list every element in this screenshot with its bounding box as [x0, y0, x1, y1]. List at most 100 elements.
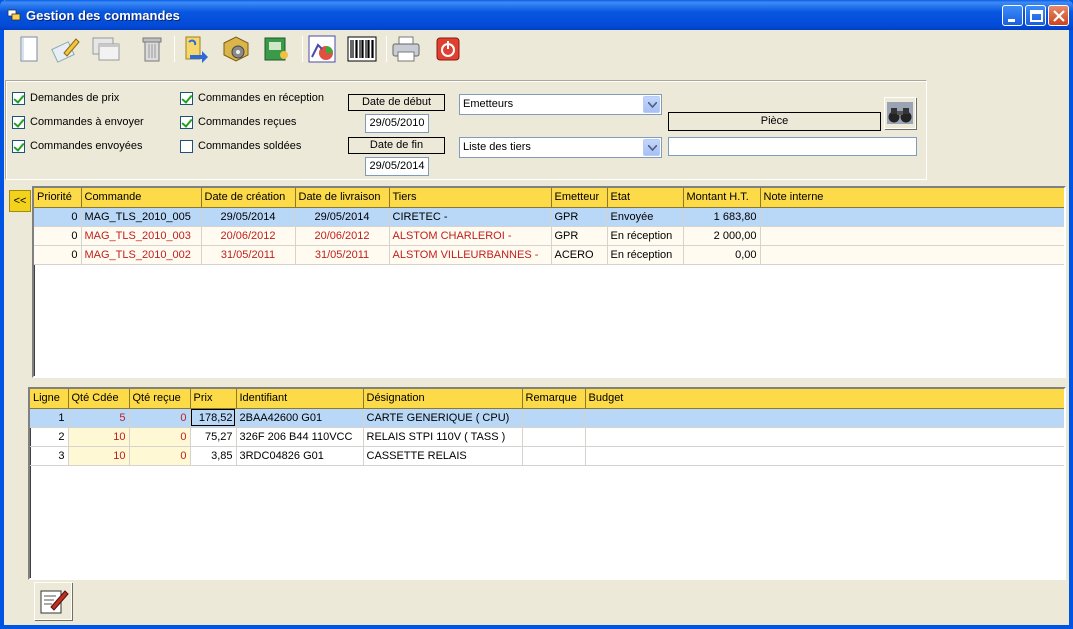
checkbox-box[interactable]: [12, 115, 25, 129]
minimize-button[interactable]: [1002, 5, 1023, 26]
checkbox-demandes-de-prix[interactable]: Demandes de prix: [12, 91, 119, 105]
cell-qte-recue[interactable]: 0: [129, 427, 191, 447]
table-row[interactable]: 2 10 0 75,27 326F 206 B44 110VCC RELAIS …: [30, 427, 1064, 447]
cell-qte-cdee[interactable]: 10: [68, 446, 130, 466]
piece-input[interactable]: [668, 137, 917, 156]
col-emetteur[interactable]: Emetteur: [551, 188, 608, 208]
cell-etat: En réception: [607, 226, 684, 246]
col-priorite[interactable]: Priorité: [34, 188, 82, 208]
table-row[interactable]: 1 5 0 178,52 2BAA42600 G01 CARTE GENERIQ…: [30, 408, 1064, 428]
checkbox-label: Commandes soldées: [198, 140, 302, 152]
table-row[interactable]: 0 MAG_TLS_2010_003 20/06/2012 20/06/2012…: [34, 226, 1064, 246]
cell-identifiant: 3RDC04826 G01: [236, 446, 364, 466]
duplicate-button[interactable]: [90, 33, 122, 65]
cell-commande: MAG_TLS_2010_005: [81, 207, 202, 227]
cell-prix[interactable]: 3,85: [190, 446, 237, 466]
gear-box-icon: [223, 36, 249, 62]
checkbox-box[interactable]: [180, 115, 193, 129]
quit-button[interactable]: [432, 33, 464, 65]
cell-qte-cdee[interactable]: 5: [68, 408, 130, 428]
edit-button[interactable]: [50, 33, 82, 65]
cell-qte-recue[interactable]: 0: [129, 446, 191, 466]
date-start-field[interactable]: 29/05/2010: [365, 114, 429, 133]
col-remarque[interactable]: Remarque: [522, 389, 586, 409]
close-button[interactable]: [1048, 5, 1069, 26]
col-ligne[interactable]: Ligne: [30, 389, 69, 409]
cell-commande: MAG_TLS_2010_002: [81, 245, 202, 265]
col-identifiant[interactable]: Identifiant: [236, 389, 364, 409]
checkbox-commandes-envoyees[interactable]: Commandes envoyées: [12, 139, 143, 153]
checkbox-box[interactable]: [12, 91, 25, 105]
transfer-button[interactable]: [180, 33, 212, 65]
cell-qte-cdee[interactable]: 10: [68, 427, 130, 447]
title-bar: Gestion des commandes: [0, 0, 1073, 30]
print-button[interactable]: [390, 33, 422, 65]
tiers-select[interactable]: Liste des tiers: [459, 137, 662, 158]
search-button[interactable]: [884, 97, 916, 129]
emetteurs-select[interactable]: Emetteurs: [459, 94, 662, 115]
tiers-value: Liste des tiers: [463, 141, 531, 153]
chart-icon: [308, 35, 336, 63]
checkbox-commandes-recues[interactable]: Commandes reçues: [180, 115, 296, 129]
lines-grid: Ligne Qté Cdée Qté reçue Prix Identifian…: [28, 387, 1066, 580]
cell-livraison: 20/06/2012: [295, 226, 390, 246]
cell-qte-recue[interactable]: 0: [129, 408, 191, 428]
cell-designation: RELAIS STPI 110V ( TASS ): [363, 427, 523, 447]
col-tiers[interactable]: Tiers: [389, 188, 552, 208]
cell-note: [760, 245, 1064, 265]
date-end-field[interactable]: 29/05/2014: [365, 157, 429, 176]
cell-creation: 29/05/2014: [201, 207, 296, 227]
col-qte-recue[interactable]: Qté reçue: [129, 389, 191, 409]
checkbox-commandes-en-reception[interactable]: Commandes en réception: [180, 91, 324, 105]
table-row[interactable]: 0 MAG_TLS_2010_002 31/05/2011 31/05/2011…: [34, 245, 1064, 265]
checkbox-box[interactable]: [180, 139, 193, 153]
cell-identifiant: 326F 206 B44 110VCC: [236, 427, 364, 447]
cell-priorite: 0: [34, 207, 82, 227]
close-icon: [1053, 10, 1065, 22]
col-etat[interactable]: Etat: [607, 188, 684, 208]
checkbox-box[interactable]: [180, 91, 193, 105]
cell-note: [760, 226, 1064, 246]
cell-prix[interactable]: 75,27: [190, 427, 237, 447]
edit-line-button[interactable]: [34, 582, 72, 620]
table-row[interactable]: 3 10 0 3,85 3RDC04826 G01 CASSETTE RELAI…: [30, 446, 1064, 466]
new-document-button[interactable]: [14, 33, 46, 65]
col-montant[interactable]: Montant H.T.: [683, 188, 761, 208]
emetteurs-dropdown-button[interactable]: [643, 96, 660, 113]
catalog-button[interactable]: [260, 33, 292, 65]
cell-ligne: 2: [30, 427, 69, 447]
date-start-label: Date de début: [348, 94, 445, 111]
table-row[interactable]: 0 MAG_TLS_2010_005 29/05/2014 29/05/2014…: [34, 207, 1064, 227]
cell-prix[interactable]: 178,52: [190, 408, 237, 428]
checkbox-label: Commandes reçues: [198, 116, 297, 128]
orders-grid: Priorité Commande Date de création Date …: [32, 186, 1066, 378]
col-note-interne[interactable]: Note interne: [760, 188, 1064, 208]
col-prix[interactable]: Prix: [190, 389, 237, 409]
settings-button[interactable]: [220, 33, 252, 65]
collapse-button[interactable]: <<: [9, 190, 31, 212]
cell-montant: 2 000,00: [683, 226, 761, 246]
emetteurs-value: Emetteurs: [463, 98, 514, 110]
checkbox-box[interactable]: [12, 139, 25, 153]
col-date-creation[interactable]: Date de création: [201, 188, 296, 208]
col-designation[interactable]: Désignation: [363, 389, 523, 409]
col-budget[interactable]: Budget: [585, 389, 1064, 409]
checkbox-commandes-soldees[interactable]: Commandes soldées: [180, 139, 301, 153]
col-qte-cdee[interactable]: Qté Cdée: [68, 389, 130, 409]
cell-montant: 0,00: [683, 245, 761, 265]
maximize-button[interactable]: [1025, 5, 1046, 26]
barcode-button[interactable]: [346, 33, 378, 65]
checkbox-commandes-a-envoyer[interactable]: Commandes à envoyer: [12, 115, 144, 129]
chart-button[interactable]: [306, 33, 338, 65]
cell-livraison: 31/05/2011: [295, 245, 390, 265]
delete-button[interactable]: [136, 33, 168, 65]
cell-ligne: 1: [30, 408, 69, 428]
col-date-livraison[interactable]: Date de livraison: [295, 188, 390, 208]
cell-remarque: [522, 446, 586, 466]
checkbox-label: Demandes de prix: [30, 92, 120, 104]
cell-livraison: 29/05/2014: [295, 207, 390, 227]
tiers-dropdown-button[interactable]: [643, 139, 660, 156]
cell-note: [760, 207, 1064, 227]
cell-emetteur: ACERO: [551, 245, 608, 265]
col-commande[interactable]: Commande: [81, 188, 202, 208]
